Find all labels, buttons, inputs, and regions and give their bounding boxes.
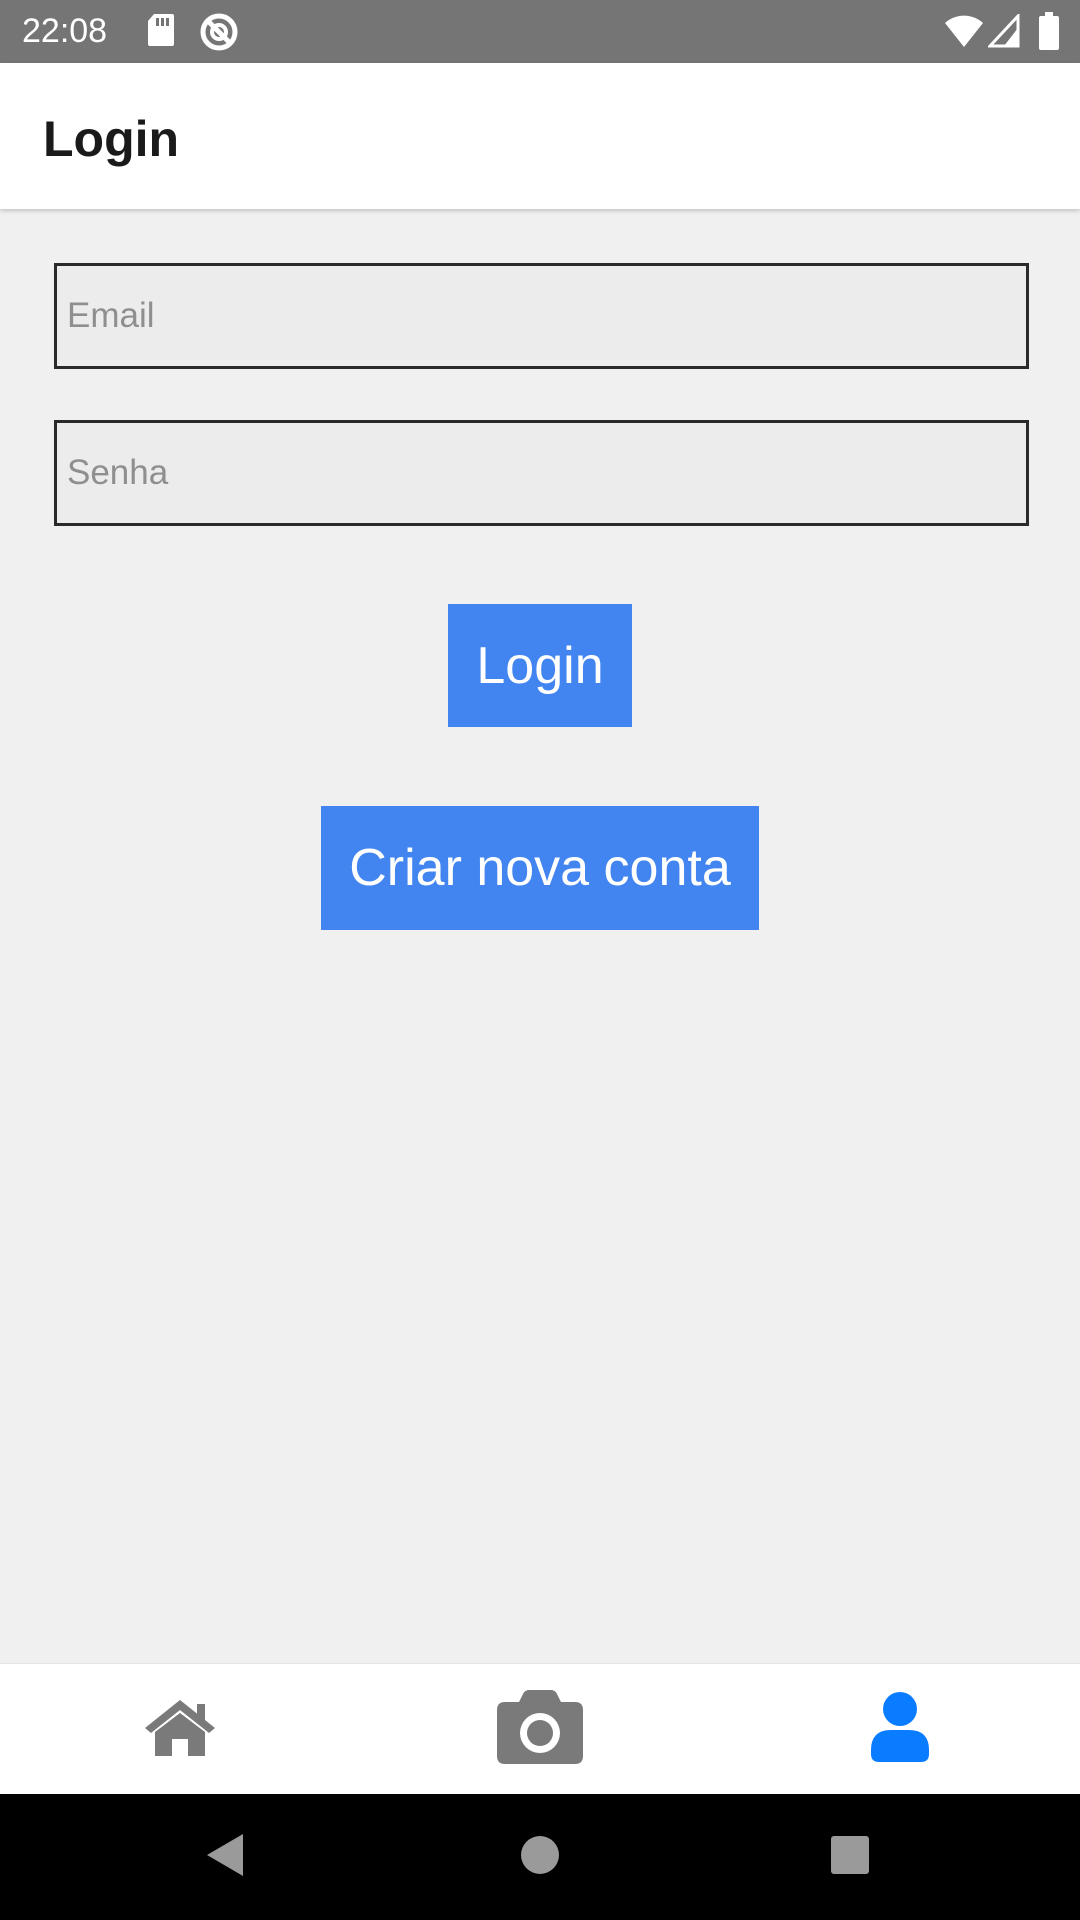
- password-field[interactable]: [57, 423, 1026, 523]
- sync-disabled-icon: [199, 12, 239, 57]
- recents-icon: [830, 1835, 870, 1880]
- nav-back-button[interactable]: [135, 1794, 315, 1920]
- email-field-container: [54, 263, 1029, 369]
- tab-profile[interactable]: [720, 1664, 1080, 1795]
- page-title: Login: [43, 111, 180, 167]
- create-account-button[interactable]: Criar nova conta: [321, 806, 759, 930]
- nav-recents-button[interactable]: [760, 1794, 940, 1920]
- bottom-tab-bar: [0, 1663, 1080, 1795]
- sd-card-icon: [146, 12, 176, 53]
- cell-signal-icon: [986, 12, 1020, 53]
- status-bar: 22:08: [0, 0, 1080, 63]
- home-icon: [143, 1698, 217, 1761]
- email-field[interactable]: [57, 266, 1026, 366]
- status-time: 22:08: [22, 12, 108, 50]
- battery-icon: [1039, 12, 1059, 55]
- user-icon: [871, 1692, 929, 1767]
- system-nav-bar: [0, 1794, 1080, 1920]
- wifi-icon: [944, 14, 984, 53]
- camera-icon: [497, 1690, 583, 1769]
- tab-camera[interactable]: [360, 1664, 720, 1795]
- app-bar: Login: [0, 63, 1080, 209]
- nav-home-button[interactable]: [450, 1794, 630, 1920]
- tab-home[interactable]: [0, 1664, 360, 1795]
- login-screen: 22:08 Login Email Login Criar nova conta: [0, 0, 1080, 1920]
- password-field-container: [54, 420, 1029, 526]
- home-circle-icon: [520, 1835, 560, 1880]
- login-button[interactable]: Login: [448, 604, 632, 727]
- back-icon: [205, 1832, 245, 1883]
